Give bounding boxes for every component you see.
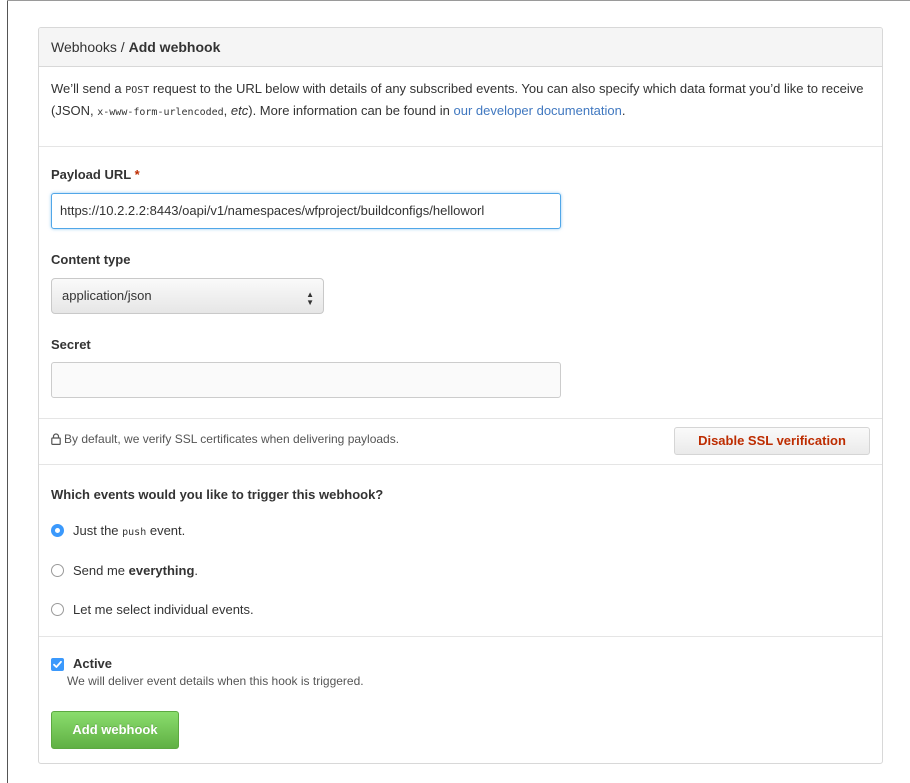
breadcrumb: Webhooks / Add webhook bbox=[51, 39, 220, 55]
intro-text: We’ll send a bbox=[51, 81, 126, 96]
checkmark-icon bbox=[53, 660, 62, 668]
intro-code-post: POST bbox=[125, 85, 150, 96]
select-arrows-icon: ▲ ▼ bbox=[306, 290, 314, 307]
lock-icon bbox=[51, 433, 61, 448]
breadcrumb-separator: / bbox=[116, 39, 129, 55]
events-question: Which events would you like to trigger t… bbox=[51, 487, 384, 502]
intro-code-format: x-www-form-urlencoded bbox=[97, 107, 224, 118]
window-frame-top bbox=[7, 0, 910, 1]
ssl-note: By default, we verify SSL certificates w… bbox=[51, 432, 399, 448]
panel-header: Webhooks / Add webhook bbox=[39, 28, 882, 67]
content-type-label: Content type bbox=[51, 252, 131, 267]
payload-url-label: Payload URL * bbox=[51, 167, 140, 182]
active-checkbox[interactable] bbox=[51, 658, 64, 671]
developer-docs-link[interactable]: our developer documentation bbox=[453, 103, 621, 118]
option-text: Send me bbox=[73, 563, 129, 578]
breadcrumb-current: Add webhook bbox=[128, 39, 221, 55]
events-section: Which events would you like to trigger t… bbox=[39, 465, 882, 637]
option-code-push: push bbox=[122, 527, 147, 538]
intro-text: . bbox=[621, 103, 626, 118]
event-option-everything[interactable]: Send me everything. bbox=[51, 563, 198, 579]
add-webhook-button[interactable]: Add webhook bbox=[51, 711, 179, 749]
intro-text: ). More information can be found in bbox=[248, 103, 454, 118]
option-text-bold: everything bbox=[128, 563, 195, 578]
event-option-push[interactable]: Just the push event. bbox=[51, 523, 185, 539]
option-text: Just the bbox=[73, 523, 123, 538]
active-note: We will deliver event details when this … bbox=[67, 674, 364, 688]
content-type-value: application/json bbox=[62, 288, 152, 303]
active-label[interactable]: Active bbox=[73, 656, 112, 671]
required-marker: * bbox=[134, 167, 140, 182]
payload-url-label-text: Payload URL bbox=[51, 167, 131, 182]
option-text: Let me select individual events. bbox=[73, 602, 254, 617]
payload-url-input[interactable]: https://10.2.2.2:8443/oapi/v1/namespaces… bbox=[51, 193, 561, 229]
secret-input[interactable] bbox=[51, 362, 561, 398]
event-option-individual[interactable]: Let me select individual events. bbox=[51, 602, 254, 618]
ssl-section: By default, we verify SSL certificates w… bbox=[39, 419, 882, 465]
add-webhook-panel: Webhooks / Add webhook We’ll send a POST… bbox=[38, 27, 883, 764]
radio-checked-icon[interactable] bbox=[51, 524, 64, 537]
option-text: event. bbox=[146, 523, 186, 538]
breadcrumb-webhooks-link[interactable]: Webhooks bbox=[51, 39, 117, 55]
intro-description: We’ll send a POST request to the URL bel… bbox=[39, 67, 882, 147]
intro-etc: etc bbox=[230, 103, 249, 118]
disable-ssl-verification-button[interactable]: Disable SSL verification bbox=[674, 427, 870, 455]
content-type-select[interactable]: application/json ▲ ▼ bbox=[51, 278, 324, 314]
radio-unchecked-icon[interactable] bbox=[51, 564, 64, 577]
secret-label: Secret bbox=[51, 337, 91, 352]
option-text: . bbox=[194, 563, 199, 578]
ssl-note-text: By default, we verify SSL certificates w… bbox=[64, 432, 400, 446]
intro-text: , bbox=[223, 103, 231, 118]
webhook-form: Payload URL * https://10.2.2.2:8443/oapi… bbox=[39, 147, 882, 419]
radio-unchecked-icon[interactable] bbox=[51, 603, 64, 616]
active-section: Active We will deliver event details whe… bbox=[39, 637, 882, 763]
window-frame-left bbox=[7, 0, 8, 783]
